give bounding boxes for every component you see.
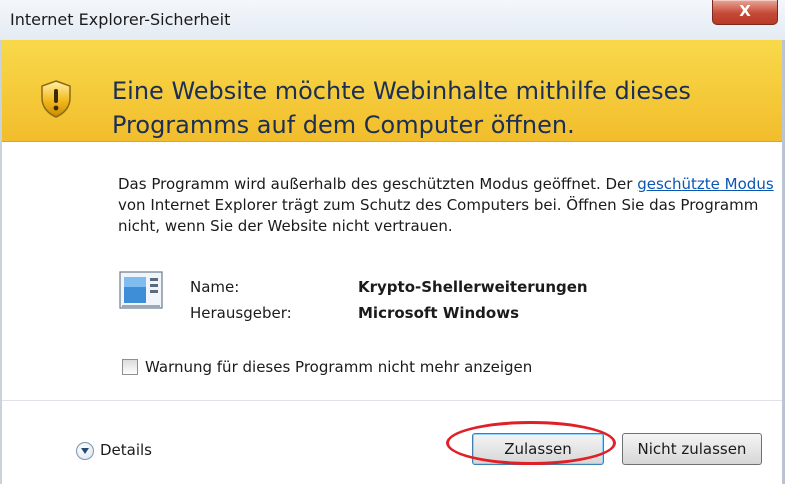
dont-show-again-checkbox[interactable] xyxy=(122,359,138,375)
description: Das Programm wird außerhalb des geschütz… xyxy=(118,174,778,237)
protected-mode-link[interactable]: geschützte Modus xyxy=(637,175,773,193)
footer-divider xyxy=(2,400,782,401)
description-text-1: Das Programm wird außerhalb des geschütz… xyxy=(118,175,638,193)
shield-warning-icon xyxy=(41,80,71,118)
details-toggle[interactable]: Details xyxy=(100,441,152,459)
chevron-down-icon[interactable] xyxy=(76,442,94,460)
close-button[interactable]: X xyxy=(712,0,778,25)
close-icon: X xyxy=(739,2,751,20)
publisher-value: Microsoft Windows xyxy=(358,304,520,322)
window-title: Internet Explorer-Sicherheit xyxy=(10,10,231,29)
deny-button[interactable]: Nicht zulassen xyxy=(622,433,762,465)
publisher-label: Herausgeber: xyxy=(190,304,292,322)
allow-button[interactable]: Zulassen xyxy=(472,433,604,465)
warning-message: Eine Website möchte Webinhalte mithilfe … xyxy=(112,77,691,139)
description-text-2: von Internet Explorer trägt zum Schutz d… xyxy=(118,196,759,235)
title-bar: Internet Explorer-Sicherheit X xyxy=(0,0,785,41)
program-name-label: Name: xyxy=(190,278,240,296)
program-window-icon xyxy=(119,271,163,309)
dont-show-again-label[interactable]: Warnung für dieses Programm nicht mehr a… xyxy=(145,358,532,376)
program-name-value: Krypto-Shellerweiterungen xyxy=(358,278,588,296)
warning-header: Eine Website möchte Webinhalte mithilfe … xyxy=(2,40,782,142)
